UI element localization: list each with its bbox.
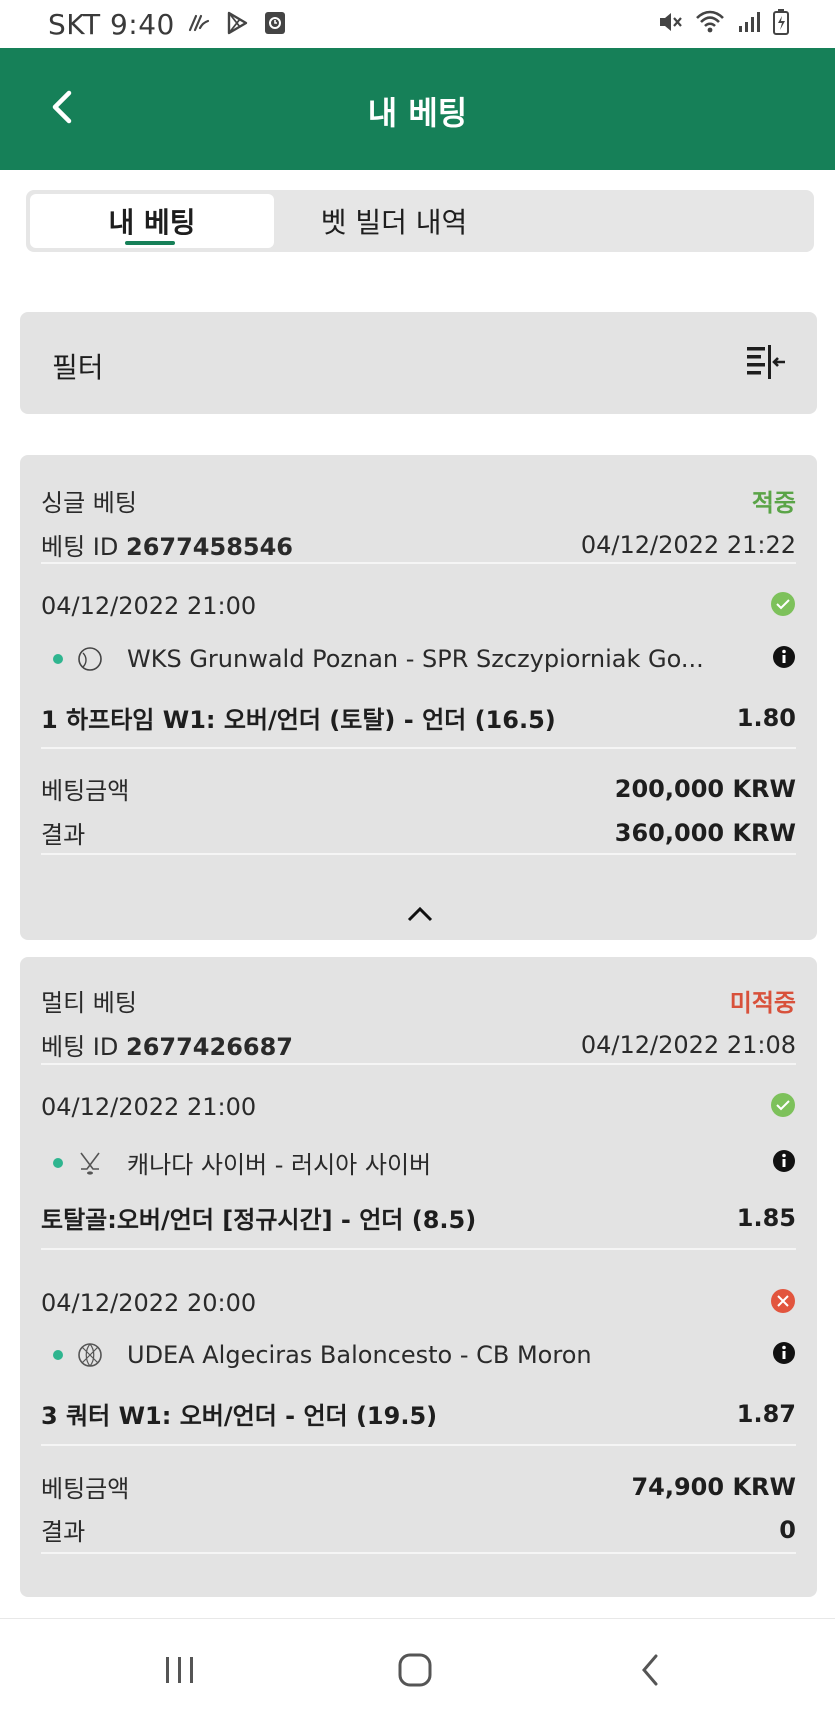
chevron-left-icon [640, 1653, 660, 1691]
bet-id-value: 2677426687 [126, 1033, 293, 1061]
bet-id: 베팅 ID 2677426687 [41, 1027, 293, 1062]
bet-id-label: 베팅 ID [41, 1033, 119, 1061]
mute-icon [657, 10, 683, 38]
hockey-icon [77, 1150, 103, 1176]
handball-icon [77, 646, 103, 672]
bet-id: 베팅 ID 2677458546 [41, 527, 293, 562]
live-indicator [53, 654, 63, 664]
selection-date: 04/12/2022 21:00 [41, 592, 257, 620]
selection-date: 04/12/2022 20:00 [41, 1289, 257, 1317]
battery-icon [773, 9, 789, 39]
status-badge: 미적중 [729, 989, 796, 1017]
bet-id-label: 베팅 ID [41, 533, 119, 561]
stake-label: 베팅금액 [41, 777, 130, 805]
bet-card[interactable]: 싱글 베팅 적중 베팅 ID 2677458546 04/12/2022 21:… [20, 455, 817, 940]
check-circle-icon [770, 591, 796, 621]
info-icon[interactable] [772, 645, 796, 673]
market-name: 1 하프타임 W1: 오버/언더 (토탈) - 언더 (16.5) [41, 706, 556, 734]
page-title: 내 베팅 [367, 94, 468, 132]
recent-apps-icon [163, 1655, 197, 1689]
filter-label: 필터 [52, 351, 104, 384]
status-left-icons [186, 10, 286, 40]
result-label: 결과 [41, 821, 86, 849]
live-indicator [53, 1350, 63, 1360]
basketball-icon [77, 1342, 103, 1368]
divider [41, 1063, 796, 1065]
chevron-up-icon [407, 906, 433, 926]
divider [41, 1444, 796, 1446]
info-icon[interactable] [772, 1149, 796, 1177]
stake-label: 베팅금액 [41, 1475, 130, 1503]
event-name: UDEA Algeciras Baloncesto - CB Moron [127, 1341, 592, 1369]
tab-bar: 내 베팅 벳 빌더 내역 [26, 190, 814, 252]
status-time: SKT 9:40 [48, 8, 175, 41]
bet-id-value: 2677458546 [126, 533, 293, 561]
result-value: 360,000 KRW [614, 818, 796, 847]
event-name: WKS Grunwald Poznan - SPR Szczypiorniak … [127, 645, 704, 673]
result-label: 결과 [41, 1518, 86, 1546]
event-name: 캐나다 사이버 - 러시아 사이버 [127, 1151, 432, 1179]
home-icon [398, 1653, 432, 1691]
status-badge: 적중 [751, 489, 796, 517]
filter-bar[interactable]: 필터 [20, 312, 817, 414]
bet-type: 멀티 베팅 [41, 989, 137, 1017]
bet-placed-time: 04/12/2022 21:22 [580, 530, 796, 559]
tab-my-bets[interactable]: 내 베팅 [30, 194, 274, 248]
divider [41, 562, 796, 564]
odds: 1.87 [736, 1399, 796, 1428]
selection-date: 04/12/2022 21:00 [41, 1093, 257, 1121]
app-header: 내 베팅 [0, 48, 835, 170]
tab-bet-builder-history[interactable]: 벳 빌더 내역 [274, 194, 514, 248]
mail-notification-icon [186, 12, 210, 38]
filter-sort-icon[interactable] [745, 344, 787, 384]
check-circle-icon [770, 1092, 796, 1122]
info-icon[interactable] [772, 1341, 796, 1369]
bet-type: 싱글 베팅 [41, 489, 137, 517]
x-circle-icon [770, 1288, 796, 1318]
live-indicator [53, 1157, 63, 1168]
collapse-button[interactable] [395, 901, 445, 931]
divider [41, 1248, 796, 1250]
status-right-icons [657, 9, 789, 39]
result-value: 0 [779, 1515, 796, 1544]
divider [41, 853, 796, 855]
divider [41, 1552, 796, 1554]
stake-value: 74,900 KRW [631, 1472, 796, 1501]
odds: 1.80 [736, 703, 796, 732]
system-nav-bar [0, 1618, 835, 1717]
odds: 1.85 [736, 1203, 796, 1232]
wifi-icon [695, 10, 725, 38]
home-button[interactable] [385, 1649, 445, 1695]
system-back-button[interactable] [620, 1649, 680, 1695]
bet-card[interactable]: 멀티 베팅 미적중 베팅 ID 2677426687 04/12/2022 21… [20, 957, 817, 1597]
app-notification-icon [264, 11, 286, 39]
status-bar: SKT 9:40 [0, 0, 835, 48]
recent-apps-button[interactable] [150, 1649, 210, 1695]
bet-placed-time: 04/12/2022 21:08 [580, 1030, 796, 1059]
market-name: 3 쿼터 W1: 오버/언더 - 언더 (19.5) [41, 1402, 438, 1430]
market-name: 토탈골:오버/언더 [정규시간] - 언더 (8.5) [41, 1206, 477, 1234]
divider [41, 747, 796, 749]
play-store-icon [224, 10, 250, 40]
signal-icon [737, 10, 761, 38]
stake-value: 200,000 KRW [614, 774, 796, 803]
